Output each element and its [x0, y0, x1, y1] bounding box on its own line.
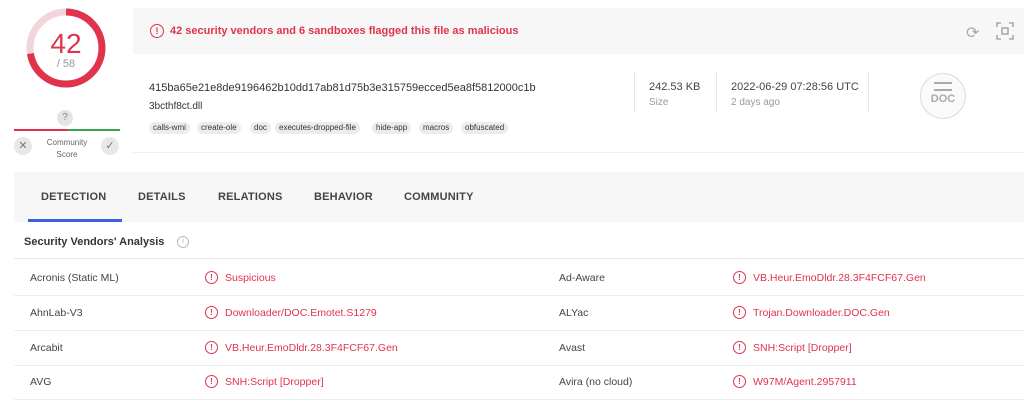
file-name: 3bcthf8ct.dll — [149, 101, 203, 112]
community-score-bar-positive — [68, 129, 120, 131]
detection-count: 42 — [50, 28, 82, 59]
vendor-name: AVG — [30, 376, 52, 388]
alert-circle-icon: ! — [205, 306, 218, 319]
detection-result: SNH:Script [Dropper] — [225, 376, 324, 388]
detection-result: Suspicious — [225, 272, 276, 284]
alert-circle-icon: ! — [733, 341, 746, 354]
tag-executes-dropped-file[interactable]: executes-dropped-file — [275, 122, 360, 134]
detection-result: SNH:Script [Dropper] — [753, 342, 852, 354]
alert-circle-icon: ! — [205, 375, 218, 388]
file-info-panel — [133, 56, 1024, 153]
alert-circle-icon: ! — [733, 306, 746, 319]
community-score-bar-negative — [14, 129, 68, 131]
tag-calls-wmi[interactable]: calls-wmi — [149, 122, 190, 134]
tab-detection[interactable]: DETECTION — [41, 191, 106, 203]
detection-result: W97M/Agent.2957911 — [753, 376, 857, 388]
detection-total: / 58 — [56, 58, 76, 70]
analysis-date-value: 2022-06-29 07:28:56 UTC — [731, 81, 859, 93]
row-divider — [14, 399, 1024, 400]
vendor-name: Avast — [559, 342, 586, 354]
vote-malicious-button[interactable]: ✕ — [14, 137, 32, 155]
detection-result: Downloader/DOC.Emotet.S1279 — [225, 307, 377, 319]
alert-circle-icon: ! — [150, 24, 164, 38]
detection-result: Trojan.Downloader.DOC.Gen — [753, 307, 890, 319]
community-score-label: Community Score — [46, 138, 88, 159]
tab-details[interactable]: DETAILS — [138, 191, 186, 203]
analysis-date-relative: 2 days ago — [731, 97, 780, 108]
tag-create-ole[interactable]: create-ole — [197, 122, 241, 134]
active-tab-indicator — [28, 219, 122, 222]
file-type-label: DOC — [930, 93, 956, 105]
vote-harmless-button[interactable]: ✓ — [101, 137, 119, 155]
section-title: Security Vendors' Analysis — [24, 236, 165, 248]
vendor-name: AhnLab-V3 — [30, 307, 83, 319]
tab-behavior[interactable]: BEHAVIOR — [314, 191, 373, 203]
alert-circle-icon: ! — [205, 341, 218, 354]
section-divider — [14, 258, 1024, 259]
reanalyze-icon[interactable]: ⟳ — [966, 23, 979, 43]
info-icon[interactable]: i — [177, 236, 189, 248]
vendor-name: ALYac — [559, 307, 589, 319]
vendor-name: Arcabit — [30, 342, 63, 354]
tab-community[interactable]: COMMUNITY — [404, 191, 474, 203]
alert-circle-icon: ! — [733, 271, 746, 284]
file-size-value: 242.53 KB — [649, 81, 701, 93]
row-divider — [14, 365, 1024, 366]
vendor-name: Ad-Aware — [559, 272, 605, 284]
tag-doc[interactable]: doc — [250, 122, 271, 134]
alert-circle-icon: ! — [733, 375, 746, 388]
similar-files-icon[interactable] — [996, 22, 1014, 40]
file-size-label: Size — [649, 97, 669, 108]
detection-result: VB.Heur.EmoDldr.28.3F4FCF67.Gen — [225, 342, 398, 354]
alert-circle-icon: ! — [205, 271, 218, 284]
doc-lines-icon — [934, 82, 952, 91]
row-divider — [14, 295, 1024, 296]
row-divider — [14, 330, 1024, 331]
info-divider — [716, 72, 717, 112]
tag-macros[interactable]: macros — [419, 122, 454, 134]
vendor-name: Avira (no cloud) — [559, 376, 633, 388]
tab-relations[interactable]: RELATIONS — [218, 191, 283, 203]
info-divider — [868, 72, 869, 112]
alert-text: 42 security vendors and 6 sandboxes flag… — [170, 25, 519, 37]
community-score-question-icon: ? — [57, 110, 73, 126]
doc-file-type-icon: DOC — [920, 73, 966, 119]
detection-result: VB.Heur.EmoDldr.28.3F4FCF67.Gen — [753, 272, 926, 284]
tag-hide-app[interactable]: hide-app — [372, 122, 412, 134]
info-divider — [634, 72, 635, 112]
tag-obfuscated[interactable]: obfuscated — [461, 122, 509, 134]
file-hash[interactable]: 415ba65e21e8de9196462b10dd17ab81d75b3e31… — [149, 82, 536, 94]
vendor-name: Acronis (Static ML) — [30, 272, 119, 284]
